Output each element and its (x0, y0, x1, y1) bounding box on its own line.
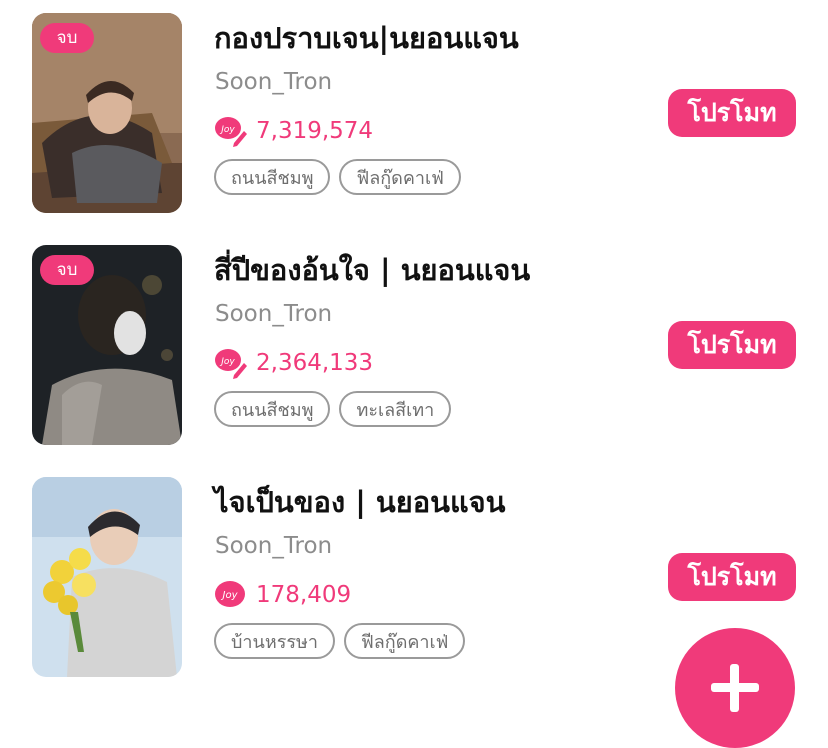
story-cover-image[interactable] (32, 477, 182, 677)
story-title[interactable]: กองปราบเจน|นยอนแจน (214, 15, 519, 61)
story-item[interactable]: จบ กองปราบเจน|นยอนแจน Soon_Tron Joy 7,31… (0, 13, 828, 213)
story-author[interactable]: Soon_Tron (215, 301, 332, 327)
promote-button[interactable]: โปรโมท (668, 321, 796, 369)
tag-chip[interactable]: ถนนสีชมพู (214, 391, 331, 427)
tag-list: บ้านหรรษา ฟีลกู๊ดคาเฟ่ (214, 623, 466, 659)
tag-chip[interactable]: ถนนสีชมพู (214, 159, 331, 195)
svg-text:Joy: Joy (219, 357, 235, 367)
promote-button[interactable]: โปรโมท (668, 89, 796, 137)
completed-badge: จบ (40, 255, 94, 285)
story-item[interactable]: จบ สี่ปีของอ้นใจ | นยอนแจน Soon_Tron Joy… (0, 245, 828, 445)
reads-count: Joy 2,364,133 (214, 345, 373, 381)
story-title[interactable]: ไจเป็นของ | นยอนแจน (214, 479, 505, 525)
reads-count: Joy 178,409 (214, 577, 351, 613)
promote-button[interactable]: โปรโมท (668, 553, 796, 601)
story-author[interactable]: Soon_Tron (215, 533, 332, 559)
tag-chip[interactable]: บ้านหรรษา (214, 623, 336, 659)
story-cover-image[interactable]: จบ (32, 245, 182, 445)
joy-icon: Joy (215, 581, 245, 607)
reads-number: 7,319,574 (256, 118, 374, 144)
completed-badge: จบ (40, 23, 94, 53)
tag-chip[interactable]: ฟีลกู๊ดคาเฟ่ (344, 623, 466, 659)
reads-count: Joy 7,319,574 (214, 113, 373, 149)
reads-number: 178,409 (256, 582, 352, 608)
tag-chip[interactable]: ทะเลสีเทา (339, 391, 452, 427)
tag-list: ถนนสีชมพู ฟีลกู๊ดคาเฟ่ (214, 159, 461, 195)
reads-number: 2,364,133 (256, 350, 374, 376)
cover-illustration (32, 477, 182, 677)
svg-text:Joy: Joy (221, 590, 239, 601)
story-title[interactable]: สี่ปีของอ้นใจ | นยอนแจน (214, 247, 530, 293)
tag-chip[interactable]: ฟีลกู๊ดคาเฟ่ (339, 159, 461, 195)
story-cover-image[interactable]: จบ (32, 13, 182, 213)
story-author[interactable]: Soon_Tron (215, 69, 332, 95)
joy-pen-icon: Joy (215, 117, 247, 147)
add-story-button[interactable] (675, 628, 795, 748)
tag-list: ถนนสีชมพู ทะเลสีเทา (214, 391, 452, 427)
svg-text:Joy: Joy (219, 125, 235, 135)
joy-pen-icon: Joy (215, 349, 247, 379)
